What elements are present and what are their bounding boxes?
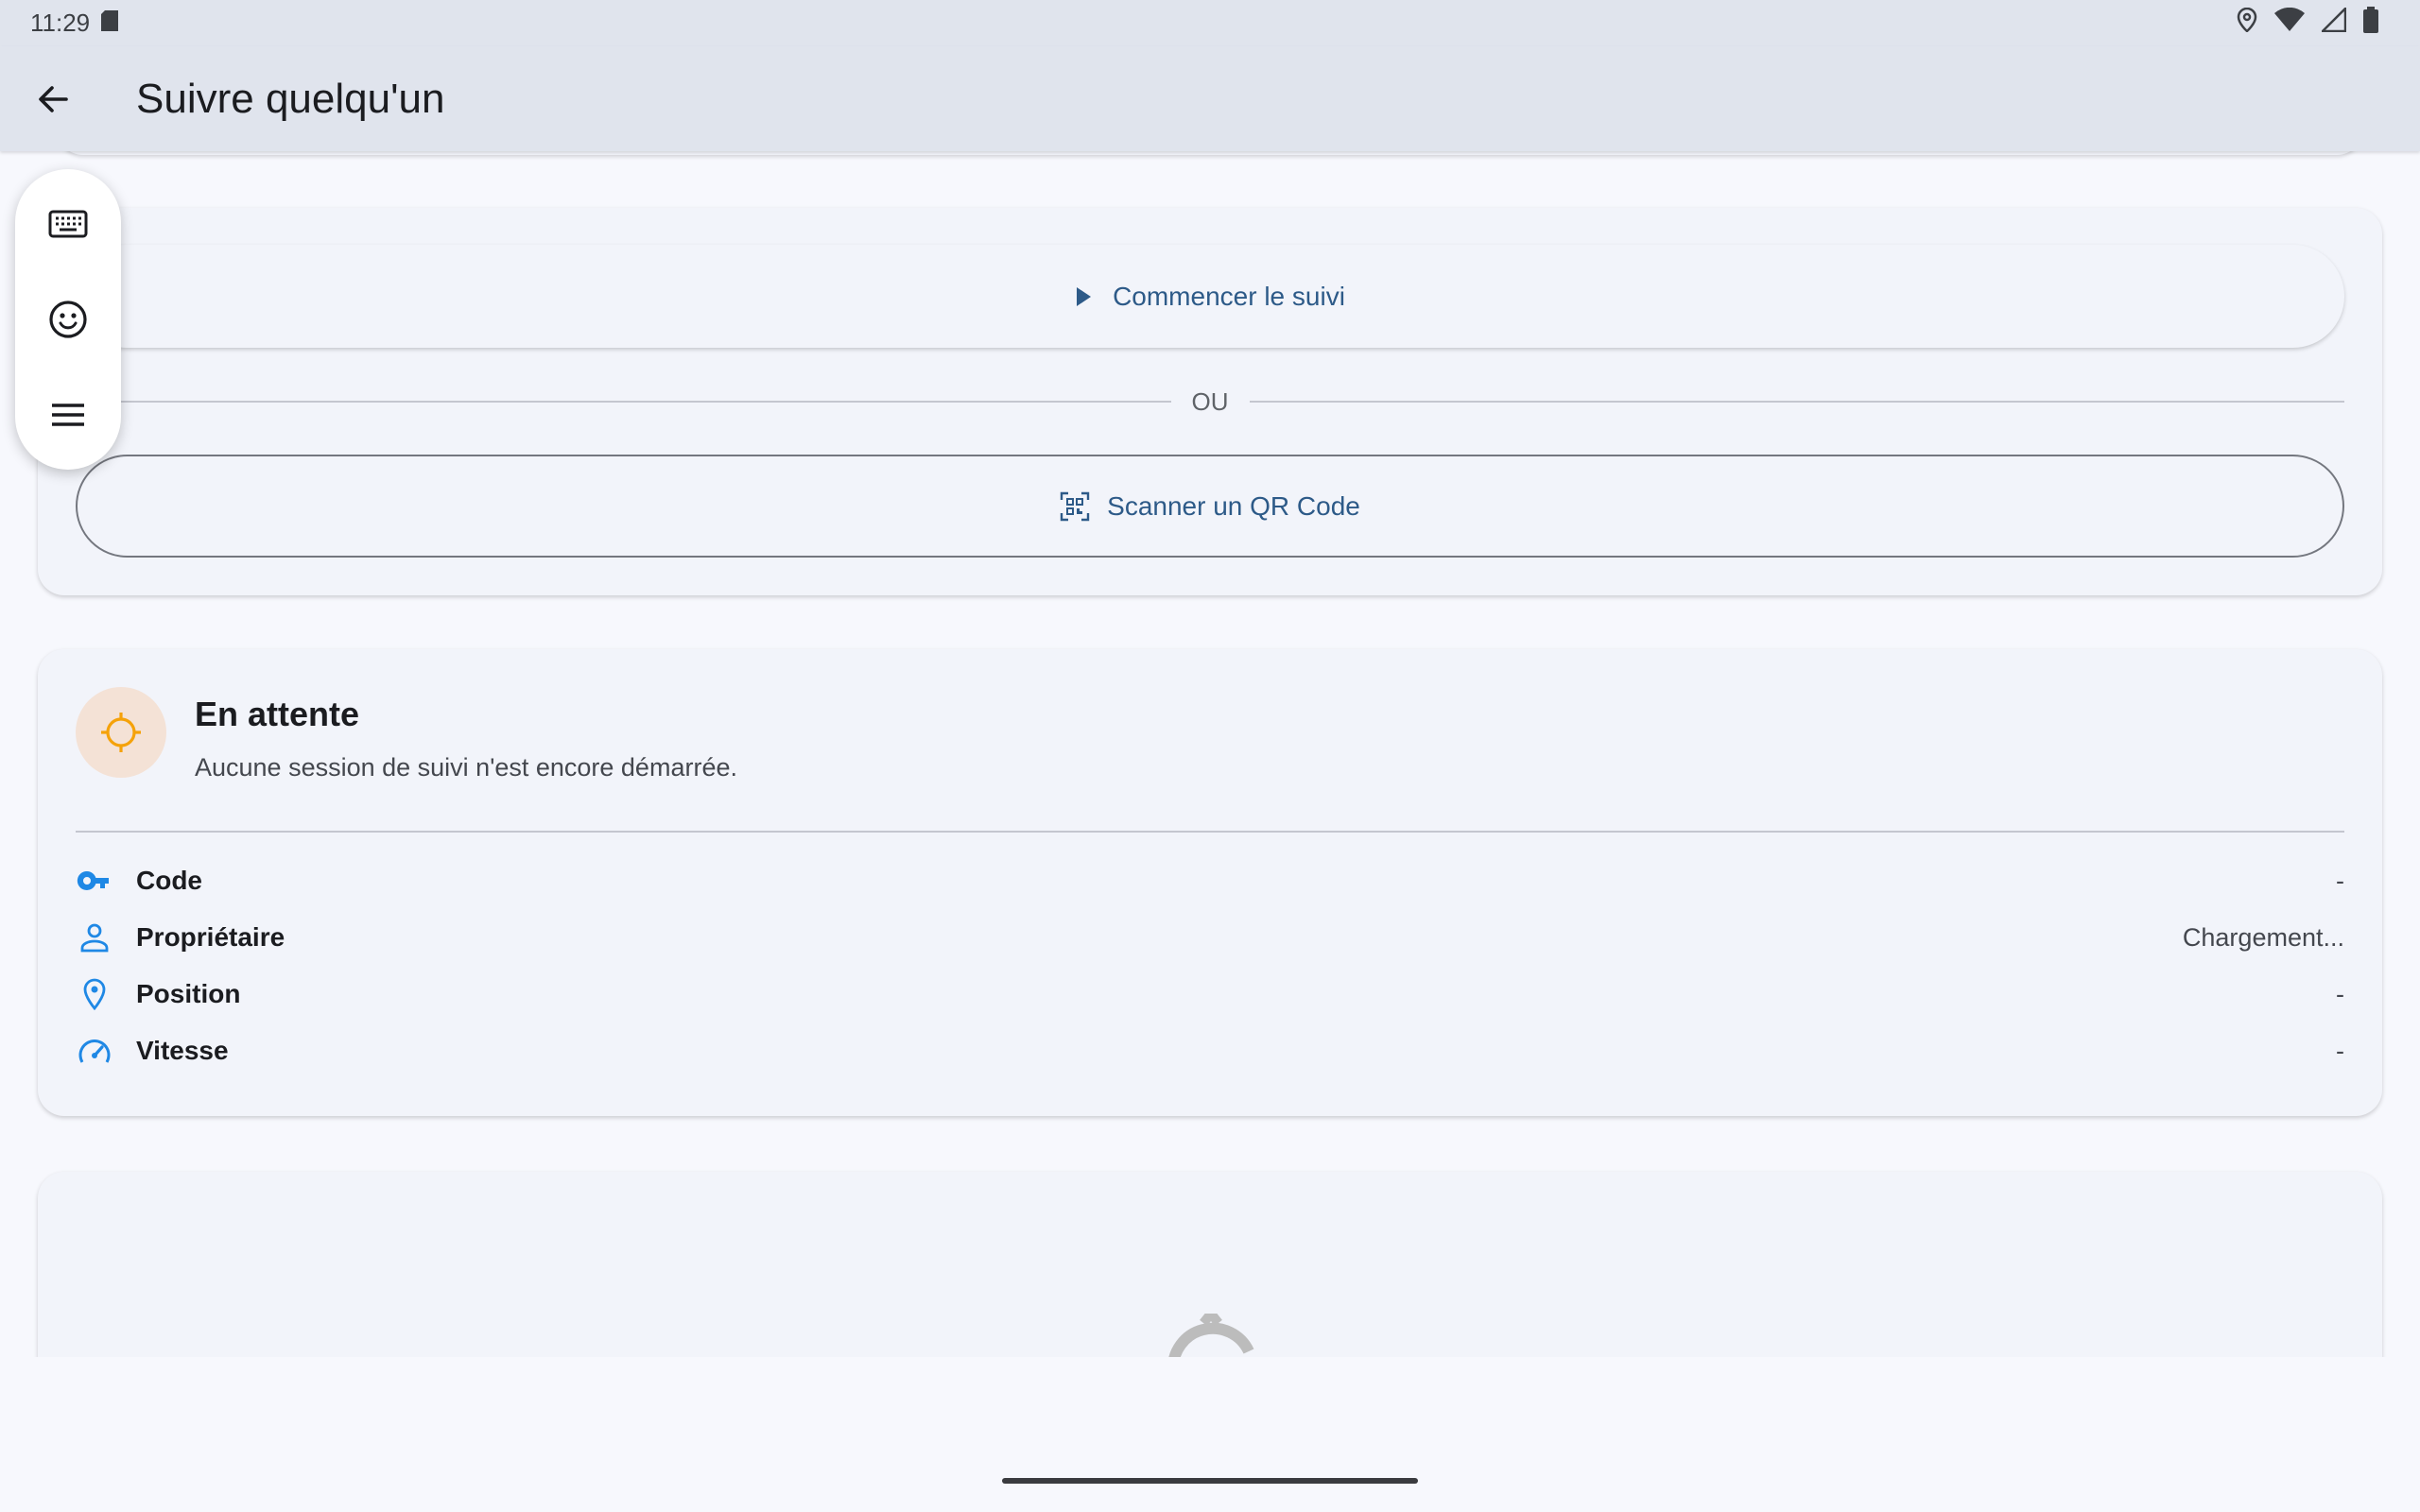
play-icon: [1077, 286, 1092, 306]
divider-line-right: [1249, 401, 2344, 403]
wifi-icon: [2274, 7, 2305, 39]
info-row-speed: Vitesse -: [76, 1027, 2344, 1074]
battery-icon: [2363, 7, 2378, 40]
status-time: 11:29: [30, 9, 91, 37]
status-avatar: [76, 687, 166, 778]
history-card: [38, 1172, 2382, 1357]
keyboard-icon: [48, 210, 88, 238]
signal-icon: [2319, 5, 2347, 39]
content-area[interactable]: Commencer le suivi OU Scanner un QR Code: [0, 151, 2420, 1357]
home-gesture-handle[interactable]: [1002, 1478, 1418, 1484]
status-card: En attente Aucune session de suivi n'est…: [38, 649, 2382, 1116]
status-header: En attente Aucune session de suivi n'est…: [76, 687, 737, 782]
navigation-bar: [0, 1357, 2420, 1512]
speedometer-icon: [76, 1032, 113, 1070]
person-icon: [76, 919, 113, 956]
status-bar: 11:29: [0, 0, 2420, 46]
page-title: Suivre quelqu'un: [136, 75, 445, 122]
scan-qr-button[interactable]: Scanner un QR Code: [76, 455, 2344, 558]
info-row-position: Position -: [76, 971, 2344, 1018]
divider-line-left: [76, 401, 1171, 403]
start-tracking-label: Commencer le suivi: [1113, 281, 1345, 311]
or-divider: OU: [76, 383, 2344, 421]
location-pin-icon: [76, 975, 113, 1013]
info-label-speed: Vitesse: [136, 1036, 229, 1065]
info-label-code: Code: [136, 866, 202, 895]
history-icon: [1168, 1314, 1254, 1357]
info-value-code: -: [2336, 866, 2344, 895]
emoji-button[interactable]: [30, 282, 106, 357]
arrow-back-icon: [39, 85, 68, 112]
info-label-owner: Propriétaire: [136, 922, 285, 952]
previous-card-edge: [57, 151, 2363, 155]
menu-button[interactable]: [30, 377, 106, 453]
crosshair-icon: [101, 713, 141, 752]
keyboard-button[interactable]: [30, 186, 106, 262]
back-button[interactable]: [8, 54, 98, 145]
info-label-position: Position: [136, 979, 241, 1008]
emoji-icon: [49, 301, 87, 338]
info-value-position: -: [2336, 979, 2344, 1008]
app-bar: Suivre quelqu'un: [0, 46, 2420, 151]
actions-card: Commencer le suivi OU Scanner un QR Code: [38, 208, 2382, 595]
start-tracking-button[interactable]: Commencer le suivi: [76, 245, 2344, 348]
info-row-code: Code -: [76, 857, 2344, 904]
info-value-owner: Chargement...: [2182, 922, 2344, 952]
sd-card-icon: [101, 9, 119, 38]
info-row-owner: Propriétaire Chargement...: [76, 914, 2344, 961]
menu-icon: [52, 403, 84, 426]
info-value-speed: -: [2336, 1036, 2344, 1065]
status-divider: [76, 831, 2344, 833]
status-title: En attente: [195, 695, 360, 733]
or-label: OU: [1191, 387, 1229, 416]
keyboard-toolbar: [15, 169, 121, 470]
status-subtitle: Aucune session de suivi n'est encore dém…: [195, 753, 737, 782]
location-icon: [2237, 7, 2257, 39]
qr-scan-icon: [1060, 491, 1090, 521]
scan-qr-label: Scanner un QR Code: [1107, 490, 1360, 521]
key-icon: [76, 862, 113, 900]
